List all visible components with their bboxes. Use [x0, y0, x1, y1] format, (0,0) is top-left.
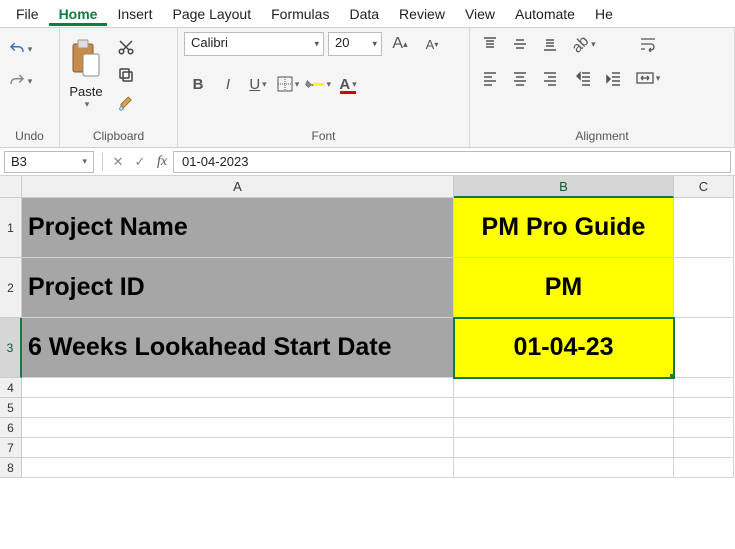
menu-help[interactable]: He	[585, 2, 623, 26]
decrease-indent-button[interactable]	[570, 66, 598, 90]
cell-A6[interactable]	[22, 418, 454, 438]
align-center-button[interactable]	[506, 66, 534, 90]
menu-insert[interactable]: Insert	[107, 2, 162, 26]
italic-button[interactable]: I	[214, 72, 242, 96]
col-header-C[interactable]: C	[674, 176, 734, 198]
copy-button[interactable]	[112, 64, 140, 86]
group-clipboard: Paste ▾ Clipboard	[60, 28, 178, 147]
group-font-label: Font	[184, 127, 463, 147]
insert-function-button[interactable]: fx	[151, 151, 173, 173]
group-clipboard-label: Clipboard	[66, 127, 171, 147]
cell-B4[interactable]	[454, 378, 674, 398]
row-header-4[interactable]: 4	[0, 378, 22, 398]
borders-button[interactable]: ▾	[274, 72, 302, 96]
menu-data[interactable]: Data	[339, 2, 389, 26]
undo-button[interactable]: ▾	[6, 38, 34, 60]
chevron-down-icon[interactable]: ▾	[85, 99, 90, 110]
cell-B1[interactable]: PM Pro Guide	[454, 198, 674, 258]
row-header-2[interactable]: 2	[0, 258, 22, 318]
row-header-3[interactable]: 3	[0, 318, 22, 378]
cut-button[interactable]	[112, 36, 140, 58]
cell-A3[interactable]: 6 Weeks Lookahead Start Date	[22, 318, 454, 378]
menu-review[interactable]: Review	[389, 2, 455, 26]
increase-font-button[interactable]: A▴	[386, 32, 414, 56]
align-bottom-button[interactable]	[536, 32, 564, 56]
menu-pagelayout[interactable]: Page Layout	[162, 2, 261, 26]
cancel-formula-button[interactable]: ✕	[107, 151, 129, 173]
cell-B8[interactable]	[454, 458, 674, 478]
menu-bar: File Home Insert Page Layout Formulas Da…	[0, 0, 735, 28]
cell-A5[interactable]	[22, 398, 454, 418]
font-name-combo[interactable]: Calibri▾	[184, 32, 324, 56]
format-painter-button[interactable]	[112, 92, 140, 114]
bold-button[interactable]: B	[184, 72, 212, 96]
row-header-7[interactable]: 7	[0, 438, 22, 458]
cell-B5[interactable]	[454, 398, 674, 418]
cell-B6[interactable]	[454, 418, 674, 438]
row-header-1[interactable]: 1	[0, 198, 22, 258]
merge-center-button[interactable]: ▾	[634, 66, 662, 90]
ribbon: ▾ ▾ Undo Paste ▾ Clipbo	[0, 28, 735, 148]
menu-home[interactable]: Home	[49, 2, 108, 26]
menu-automate[interactable]: Automate	[505, 2, 585, 26]
align-middle-button[interactable]	[506, 32, 534, 56]
align-left-button[interactable]	[476, 66, 504, 90]
name-box[interactable]: B3▾	[4, 151, 94, 173]
cell-C1[interactable]	[674, 198, 734, 258]
cell-A7[interactable]	[22, 438, 454, 458]
cell-C7[interactable]	[674, 438, 734, 458]
cell-B3[interactable]: 01-04-23	[454, 318, 674, 378]
cell-A8[interactable]	[22, 458, 454, 478]
cell-A2[interactable]: Project ID	[22, 258, 454, 318]
cell-C8[interactable]	[674, 458, 734, 478]
row-header-5[interactable]: 5	[0, 398, 22, 418]
group-alignment: ab▾ ▾ Alignment	[470, 28, 735, 147]
menu-file[interactable]: File	[6, 2, 49, 26]
fill-handle[interactable]	[670, 374, 674, 378]
col-header-B[interactable]: B	[454, 176, 674, 198]
cell-C5[interactable]	[674, 398, 734, 418]
group-font: Calibri▾ 20▾ A▴ A▾ B I U▾ ▾ ▾ A▾ Font	[178, 28, 470, 147]
paste-button[interactable]	[66, 32, 106, 84]
col-header-A[interactable]: A	[22, 176, 454, 198]
wrap-text-button[interactable]	[634, 32, 662, 56]
underline-button[interactable]: U▾	[244, 72, 272, 96]
font-size-combo[interactable]: 20▾	[328, 32, 382, 56]
grid: A B C 1 Project Name PM Pro Guide 2 Proj…	[0, 176, 735, 478]
increase-indent-button[interactable]	[600, 66, 628, 90]
menu-view[interactable]: View	[455, 2, 505, 26]
align-right-button[interactable]	[536, 66, 564, 90]
cell-C6[interactable]	[674, 418, 734, 438]
cell-C2[interactable]	[674, 258, 734, 318]
cell-B2[interactable]: PM	[454, 258, 674, 318]
cell-C3[interactable]	[674, 318, 734, 378]
orientation-button[interactable]: ab▾	[570, 32, 598, 56]
decrease-font-button[interactable]: A▾	[418, 32, 446, 56]
cell-A4[interactable]	[22, 378, 454, 398]
formula-bar: B3▾ ✕ ✓ fx 01-04-2023	[0, 148, 735, 176]
chevron-down-icon[interactable]: ▾	[314, 39, 319, 50]
group-undo-label: Undo	[6, 127, 53, 147]
cell-B7[interactable]	[454, 438, 674, 458]
group-undo: ▾ ▾ Undo	[0, 28, 60, 147]
fill-color-button[interactable]: ▾	[304, 72, 332, 96]
row-header-8[interactable]: 8	[0, 458, 22, 478]
cell-A1[interactable]: Project Name	[22, 198, 454, 258]
align-top-button[interactable]	[476, 32, 504, 56]
enter-formula-button[interactable]: ✓	[129, 151, 151, 173]
font-color-button[interactable]: A▾	[334, 72, 362, 96]
formula-input[interactable]: 01-04-2023	[173, 151, 731, 173]
cell-C4[interactable]	[674, 378, 734, 398]
menu-formulas[interactable]: Formulas	[261, 2, 339, 26]
redo-button[interactable]: ▾	[6, 70, 34, 92]
select-all-corner[interactable]	[0, 176, 22, 198]
group-alignment-label: Alignment	[476, 127, 728, 147]
row-header-6[interactable]: 6	[0, 418, 22, 438]
chevron-down-icon[interactable]: ▾	[372, 39, 377, 50]
paste-label[interactable]: Paste	[69, 84, 102, 99]
